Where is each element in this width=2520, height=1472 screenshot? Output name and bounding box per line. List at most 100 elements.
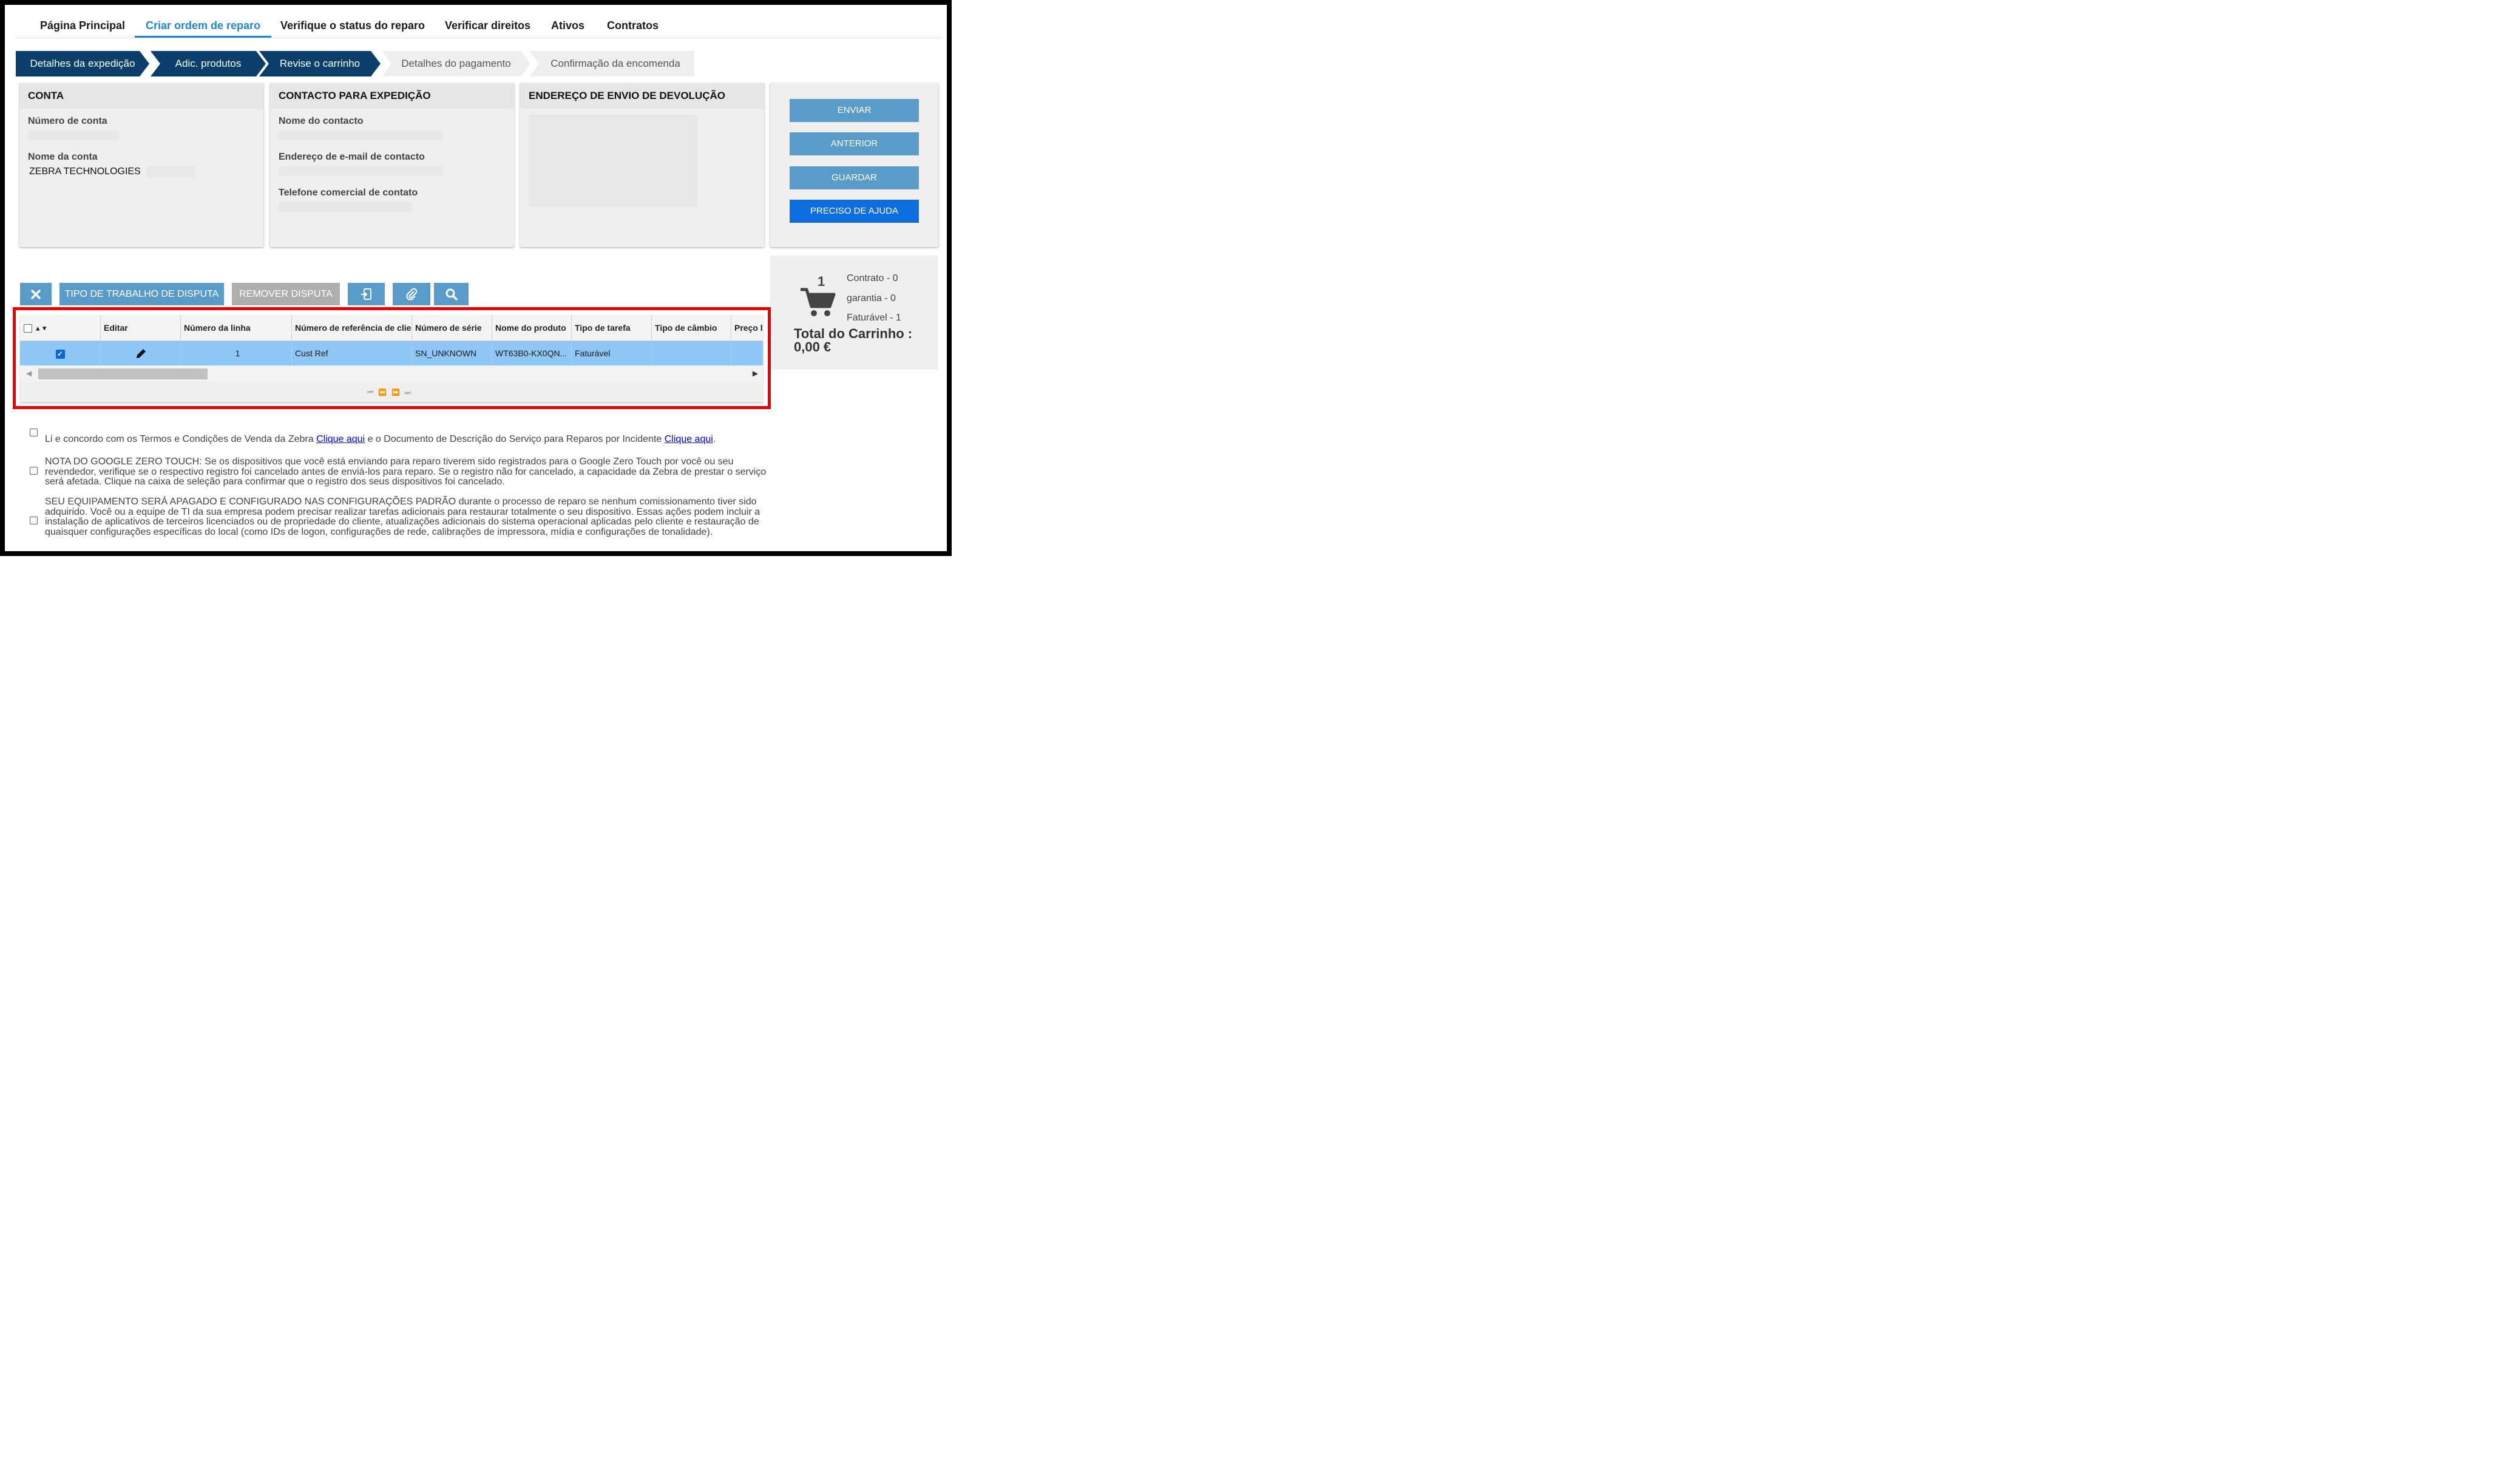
column-header-exchange-type[interactable]: Tipo de câmbio xyxy=(652,315,731,341)
help-button[interactable]: PRECISO DE AJUDA xyxy=(790,200,919,223)
cart-warranty-count: garantia - 0 xyxy=(847,293,896,304)
terms-text-part-2: e o Documento de Descrição do Serviço pa… xyxy=(365,434,665,444)
column-header-serial-number[interactable]: Número de série xyxy=(412,315,492,341)
device-reset-checkbox[interactable] xyxy=(30,517,38,524)
return-address-panel: ENDEREÇO DE ENVIO DE DEVOLUÇÃO xyxy=(520,83,764,247)
account-name-redacted xyxy=(147,166,195,177)
cart-icon xyxy=(801,288,836,316)
step-add-products[interactable]: Adic. produtos xyxy=(151,51,266,76)
cart-contract-count: Contrato - 0 xyxy=(847,273,898,283)
column-header-task-type[interactable]: Tipo de tarefa xyxy=(572,315,652,341)
row-select-cell: ✓ xyxy=(20,341,101,365)
cart-summary: 1 Contrato - 0 garantia - 0 Faturável - … xyxy=(770,256,938,370)
contact-phone-redacted xyxy=(279,202,412,212)
row-customer-ref: Cust Ref xyxy=(292,341,412,365)
column-header-product-name[interactable]: Nome do produto xyxy=(492,315,572,341)
zero-touch-checkbox[interactable] xyxy=(30,467,38,475)
remove-dispute-button[interactable]: REMOVER DISPUTA xyxy=(232,283,340,305)
device-reset-note: SEU EQUIPAMENTO SERÁ APAGADO E CONFIGURA… xyxy=(45,497,760,537)
terms-text-part-1: Li e concordo com os Termos e Condições … xyxy=(45,434,317,444)
tab-assets[interactable]: Ativos xyxy=(540,10,595,38)
dispute-work-type-button[interactable]: TIPO DE TRABALHO DE DISPUTA xyxy=(59,283,224,305)
row-serial-number: SN_UNKNOWN xyxy=(412,341,492,365)
table-row[interactable]: ✓ 1 Cust Ref SN_UNKNOWN WT63B0-KX0QN... … xyxy=(20,341,763,365)
search-button[interactable] xyxy=(434,283,469,305)
tab-create-repair-order[interactable]: Criar ordem de reparo xyxy=(135,10,272,38)
row-task-type: Faturável xyxy=(572,341,652,365)
paperclip-icon xyxy=(406,288,418,300)
page-frame: Página Principal Criar ordem de reparo V… xyxy=(0,0,952,556)
step-review-cart[interactable]: Revise o carrinho xyxy=(259,51,381,76)
horizontal-scrollbar[interactable]: ◀ ▶ xyxy=(20,366,763,382)
step-order-confirmation: Confirmação da encomenda xyxy=(529,51,694,76)
step-shipping-details[interactable]: Detalhes da expedição xyxy=(16,51,149,76)
contact-phone-label: Telefone comercial de contato xyxy=(279,188,418,198)
pencil-icon[interactable] xyxy=(135,348,147,360)
account-name-label: Nome da conta xyxy=(28,152,98,162)
last-page-icon[interactable]: ⏭ xyxy=(405,389,416,396)
close-icon xyxy=(31,290,41,299)
column-header-price[interactable]: Preço l xyxy=(731,315,763,341)
contact-name-label: Nome do contacto xyxy=(279,116,364,126)
contact-email-label: Endereço de e-mail de contacto xyxy=(279,152,425,162)
account-panel: CONTA Número de conta Nome da conta ZEBR… xyxy=(19,83,263,247)
page-content: Página Principal Criar ordem de reparo V… xyxy=(10,10,942,546)
import-icon xyxy=(361,288,371,300)
scrollbar-thumb[interactable] xyxy=(38,368,208,379)
pagination: ⏮⏪⏩⏭ xyxy=(20,383,763,402)
scroll-right-icon[interactable]: ▶ xyxy=(753,369,758,378)
contact-name-redacted xyxy=(279,131,442,140)
terms-link-1[interactable]: Clique aqui xyxy=(316,434,365,444)
send-button[interactable]: ENVIAR xyxy=(790,99,919,122)
cart-total-value: 0,00 € xyxy=(794,339,832,354)
column-header-edit[interactable]: Editar xyxy=(101,315,181,341)
account-number-value-redacted xyxy=(28,131,119,140)
row-product-name: WT63B0-KX0QN... xyxy=(492,341,572,365)
zero-touch-note: NOTA DO GOOGLE ZERO TOUCH: Se os disposi… xyxy=(45,456,767,487)
clear-button[interactable] xyxy=(20,283,52,305)
terms-text-part-3: . xyxy=(713,434,716,444)
attach-button[interactable] xyxy=(393,283,430,305)
scroll-left-icon[interactable]: ◀ xyxy=(26,369,32,378)
tab-home[interactable]: Página Principal xyxy=(29,10,136,38)
row-edit-cell xyxy=(101,341,181,365)
first-page-icon[interactable]: ⏮ xyxy=(367,389,378,396)
select-all-checkbox[interactable] xyxy=(24,324,32,333)
terms-text: Li e concordo com os Termos e Condições … xyxy=(45,434,767,445)
shipping-contact-title: CONTACTO PARA EXPEDIÇÃO xyxy=(270,83,514,109)
row-checkbox[interactable]: ✓ xyxy=(55,349,65,359)
products-grid: ▲▼ Editar Número da linha Número de refe… xyxy=(20,315,763,402)
account-number-label: Número de conta xyxy=(28,116,107,126)
search-icon xyxy=(445,288,458,300)
cart-total: Total do Carrinho : 0,00 € xyxy=(794,327,912,354)
column-header-line-number[interactable]: Número da linha xyxy=(181,315,292,341)
cart-total-label: Total do Carrinho : xyxy=(794,326,913,341)
next-page-icon[interactable]: ⏩ xyxy=(391,389,405,396)
top-nav: Página Principal Criar ordem de reparo V… xyxy=(16,10,942,38)
account-panel-title: CONTA xyxy=(19,83,263,109)
grid-header: ▲▼ Editar Número da linha Número de refe… xyxy=(20,315,763,341)
return-address-redacted xyxy=(529,115,697,207)
cart-billable-count: Faturável - 1 xyxy=(847,313,901,323)
select-all-column: ▲▼ xyxy=(20,315,101,341)
return-address-title: ENDEREÇO DE ENVIO DE DEVOLUÇÃO xyxy=(520,83,764,109)
shipping-contact-panel: CONTACTO PARA EXPEDIÇÃO Nome do contacto… xyxy=(270,83,514,247)
row-exchange-type xyxy=(652,341,731,365)
row-line-number: 1 xyxy=(181,341,292,365)
step-payment-details: Detalhes do pagamento xyxy=(382,51,530,76)
tab-check-entitlements[interactable]: Verificar direitos xyxy=(434,10,541,38)
contact-email-redacted xyxy=(279,166,442,176)
tab-repair-status[interactable]: Verifique o status do reparo xyxy=(269,10,436,38)
save-button[interactable]: GUARDAR xyxy=(790,166,919,189)
row-price xyxy=(731,341,763,365)
previous-button[interactable]: ANTERIOR xyxy=(790,132,919,155)
actions-panel: ENVIAR ANTERIOR GUARDAR PRECISO DE AJUDA xyxy=(770,83,938,247)
account-name-value: ZEBRA TECHNOLOGIES xyxy=(29,166,141,177)
column-header-customer-ref[interactable]: Número de referência de cliente xyxy=(292,315,412,341)
terms-link-2[interactable]: Clique aqui xyxy=(665,434,713,444)
import-button[interactable] xyxy=(348,283,385,305)
tab-contracts[interactable]: Contratos xyxy=(596,10,669,38)
sort-icon[interactable]: ▲▼ xyxy=(35,325,48,332)
previous-page-icon[interactable]: ⏪ xyxy=(378,389,391,396)
terms-checkbox[interactable] xyxy=(30,429,38,436)
